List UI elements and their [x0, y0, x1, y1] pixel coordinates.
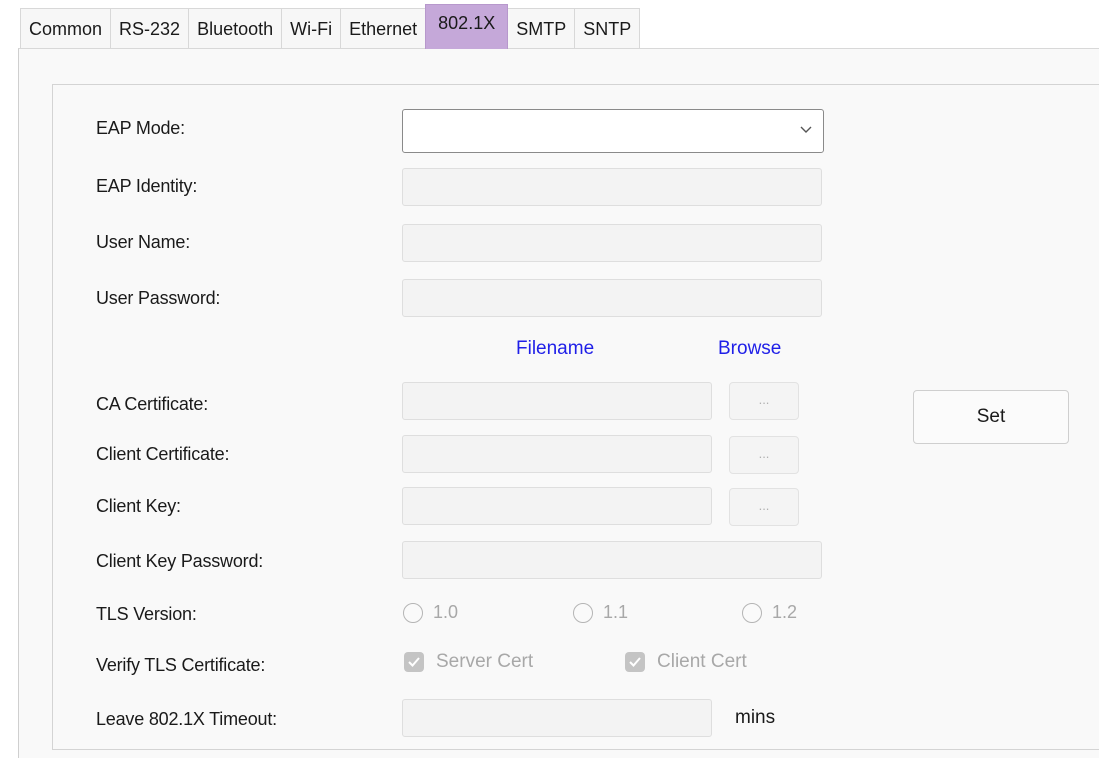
client-key-filename-field[interactable] — [402, 487, 712, 525]
tls-1-1-radio[interactable]: 1.1 — [573, 602, 628, 623]
browse-column-header: Browse — [718, 338, 782, 359]
eap-mode-dropdown[interactable] — [402, 109, 824, 153]
ca-certificate-filename-field[interactable] — [402, 382, 712, 420]
radio-circle-icon — [742, 602, 762, 623]
client-cert-label: Client Cert — [657, 651, 747, 672]
tls-1-0-label: 1.0 — [433, 602, 459, 622]
filename-column-header: Filename — [516, 338, 595, 359]
chevron-down-icon — [800, 126, 812, 133]
tab-strip: Common RS-232 Bluetooth Wi-Fi Ethernet 8… — [20, 4, 641, 49]
checkmark-icon — [625, 652, 645, 672]
checkmark-icon — [404, 652, 424, 672]
tab-wi-fi[interactable]: Wi-Fi — [281, 8, 342, 48]
tls-1-2-label: 1.2 — [772, 602, 798, 622]
client-certificate-browse-button[interactable]: ... — [729, 436, 799, 474]
user-name-field[interactable] — [402, 224, 822, 262]
leave-timeout-label: Leave 802.1X Timeout: — [96, 709, 277, 729]
tls-1-2-radio[interactable]: 1.2 — [742, 602, 797, 623]
user-name-label: User Name: — [96, 232, 191, 252]
client-certificate-filename-field[interactable] — [402, 435, 712, 473]
tab-ethernet[interactable]: Ethernet — [340, 8, 427, 48]
leave-timeout-field[interactable] — [402, 699, 712, 737]
eap-mode-label: EAP Mode: — [96, 118, 185, 138]
tab-smtp[interactable]: SMTP — [507, 8, 576, 48]
eap-identity-label: EAP Identity: — [96, 176, 198, 196]
client-certificate-label: Client Certificate: — [96, 444, 230, 464]
tls-1-0-radio[interactable]: 1.0 — [403, 602, 458, 623]
client-key-password-label: Client Key Password: — [96, 551, 264, 571]
tab-common[interactable]: Common — [20, 8, 112, 48]
tab-bluetooth[interactable]: Bluetooth — [188, 8, 283, 48]
server-cert-label: Server Cert — [436, 651, 534, 672]
ca-certificate-browse-button[interactable]: ... — [729, 382, 799, 420]
eap-identity-field[interactable] — [402, 168, 822, 206]
tls-1-1-label: 1.1 — [603, 602, 629, 622]
verify-tls-certificate-label: Verify TLS Certificate: — [96, 655, 266, 675]
timeout-unit-label: mins — [735, 707, 776, 728]
server-cert-checkbox[interactable]: Server Cert — [404, 651, 533, 673]
tab-sntp[interactable]: SNTP — [574, 8, 641, 48]
set-button[interactable]: Set — [913, 390, 1069, 444]
client-key-password-field[interactable] — [402, 541, 822, 579]
tab-802-1x[interactable]: 802.1X — [425, 4, 509, 49]
user-password-field[interactable] — [402, 279, 822, 317]
client-key-browse-button[interactable]: ... — [729, 488, 799, 526]
client-cert-checkbox[interactable]: Client Cert — [625, 651, 747, 673]
client-key-label: Client Key: — [96, 496, 181, 516]
radio-circle-icon — [403, 602, 423, 623]
radio-circle-icon — [573, 602, 593, 623]
ca-certificate-label: CA Certificate: — [96, 394, 209, 414]
tab-rs-232[interactable]: RS-232 — [110, 8, 190, 48]
user-password-label: User Password: — [96, 288, 221, 308]
tls-version-label: TLS Version: — [96, 604, 197, 624]
